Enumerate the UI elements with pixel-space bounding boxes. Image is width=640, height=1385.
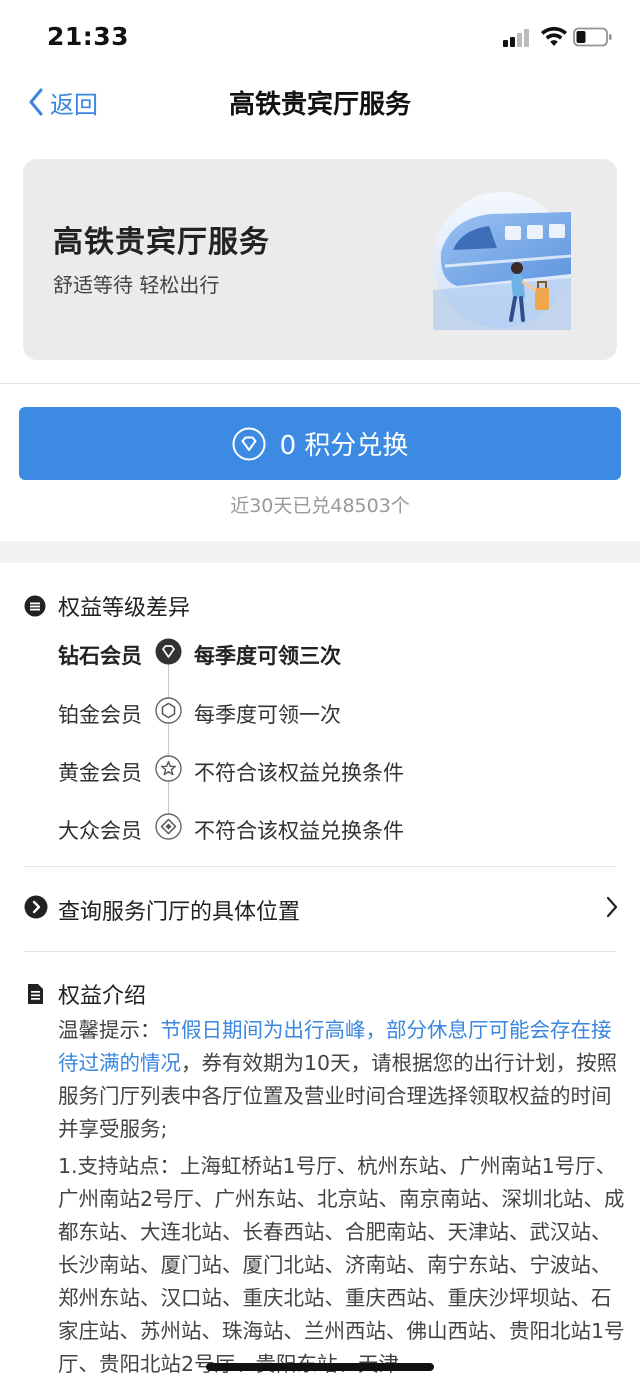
- tier-name: 大众会员: [58, 819, 142, 843]
- status-time: 21:33: [47, 22, 130, 51]
- tier-desc: 每季度可领一次: [194, 703, 341, 727]
- tier-name: 钻石会员: [58, 644, 142, 668]
- tier-row-platinum: 铂金会员 每季度可领一次: [0, 691, 640, 731]
- tier-row-diamond: 钻石会员 每季度可领三次: [0, 632, 640, 672]
- home-indicator[interactable]: [206, 1363, 434, 1371]
- tier-desc: 不符合该权益兑换条件: [194, 819, 404, 843]
- hexagon-icon: [155, 697, 182, 724]
- locate-service-hall-row[interactable]: 查询服务门厅的具体位置: [0, 882, 640, 932]
- exchange-count-text: 近30天已兑48503个: [230, 495, 410, 517]
- intro-header: 权益介绍: [24, 978, 146, 1010]
- chat-list-icon: [24, 595, 46, 617]
- stations-text: 1.支持站点：上海虹桥站1号厅、杭州东站、广州南站1号厅、广州南站2号厅、广州东…: [58, 1154, 625, 1376]
- battery-icon: [573, 27, 612, 47]
- page-title: 高铁贵宾厅服务: [228, 90, 411, 120]
- diamond-icon: [232, 427, 266, 460]
- divider: [24, 866, 616, 867]
- tier-name: 铂金会员: [58, 703, 142, 727]
- tier-connector: [168, 652, 169, 828]
- supported-stations-paragraph: 1.支持站点：上海虹桥站1号厅、杭州东站、广州南站1号厅、广州南站2号厅、广州东…: [58, 1150, 626, 1381]
- banner-subtitle: 舒适等待 轻松出行: [53, 273, 220, 297]
- sparkle-icon: [155, 813, 182, 840]
- chevron-right-icon: [606, 896, 618, 918]
- benefit-levels-title: 权益等级差异: [58, 596, 191, 621]
- tier-name: 黄金会员: [58, 761, 142, 785]
- tier-desc: 每季度可领三次: [194, 644, 341, 668]
- tier-row-gold: 黄金会员 不符合该权益兑换条件: [0, 749, 640, 789]
- wifi-icon: [541, 26, 567, 46]
- diamond-icon: [155, 638, 182, 665]
- banner-title: 高铁贵宾厅服务: [53, 225, 270, 260]
- exchange-label: 0 积分兑换: [279, 431, 409, 461]
- tip-prefix: 温馨提示：: [58, 1018, 161, 1042]
- cellular-signal-icon: [503, 29, 533, 47]
- divider: [0, 383, 640, 384]
- nav-bar: 返回 高铁贵宾厅服务: [0, 70, 640, 134]
- divider: [24, 951, 616, 952]
- document-icon: [28, 984, 43, 1004]
- points-exchange-button[interactable]: 0 积分兑换: [19, 407, 621, 480]
- train-traveler-illustration: [433, 192, 571, 330]
- benefit-levels-header: 权益等级差异: [24, 590, 190, 622]
- status-bar: 21:33: [0, 0, 640, 70]
- section-spacer: [0, 541, 640, 563]
- intro-tip-paragraph: 温馨提示：节假日期间为出行高峰，部分休息厅可能会存在接待过满的情况，券有效期为1…: [58, 1014, 626, 1146]
- locate-label: 查询服务门厅的具体位置: [58, 900, 301, 925]
- tier-row-public: 大众会员 不符合该权益兑换条件: [0, 807, 640, 847]
- arrow-circle-icon: [24, 895, 48, 919]
- tier-desc: 不符合该权益兑换条件: [194, 761, 404, 785]
- banner-card: 高铁贵宾厅服务 舒适等待 轻松出行: [23, 159, 617, 360]
- star-icon: [155, 755, 182, 782]
- intro-title: 权益介绍: [58, 984, 147, 1009]
